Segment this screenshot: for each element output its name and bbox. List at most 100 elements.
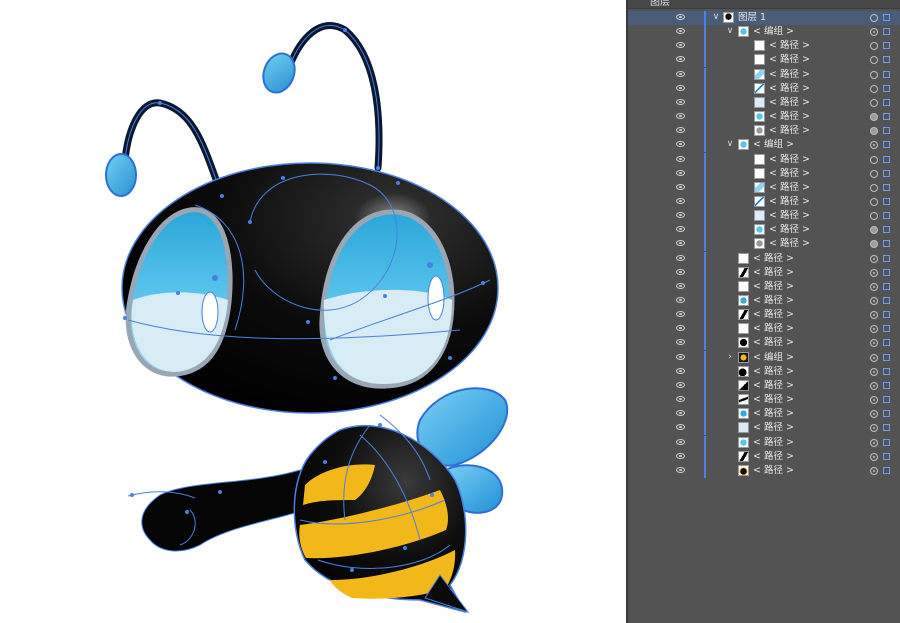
visibility-eye-icon[interactable] (676, 155, 685, 162)
layer-name-label[interactable]: < 路径 > (753, 393, 794, 407)
sublayer-row[interactable]: < 路径 > (628, 322, 900, 337)
visibility-eye-icon[interactable] (676, 28, 685, 35)
visibility-eye-icon[interactable] (676, 14, 685, 20)
layers-tab[interactable]: 图层 (650, 0, 670, 8)
artboard-canvas[interactable] (0, 0, 626, 623)
selection-indicator[interactable] (883, 98, 890, 106)
selection-indicator[interactable] (883, 254, 890, 262)
layer-name-label[interactable]: < 路径 > (769, 68, 810, 82)
selection-indicator[interactable] (883, 169, 890, 177)
sublayer-row[interactable]: < 路径 > (628, 124, 900, 139)
target-circle-icon[interactable] (870, 42, 878, 51)
visibility-eye-icon[interactable] (676, 197, 685, 204)
visibility-eye-icon[interactable] (676, 438, 685, 445)
layer-name-label[interactable]: < 路径 > (769, 110, 810, 124)
selection-indicator[interactable] (883, 396, 890, 404)
layer-name-label[interactable]: < 编组 > (753, 25, 794, 39)
target-circle-icon[interactable] (870, 240, 878, 249)
selection-indicator[interactable] (883, 84, 890, 92)
selection-indicator[interactable] (883, 226, 890, 234)
sublayer-row[interactable]: < 路径 > (628, 279, 900, 294)
layer-name-label[interactable]: < 编组 > (753, 138, 794, 152)
selection-indicator[interactable] (883, 183, 890, 191)
visibility-eye-icon[interactable] (676, 424, 685, 431)
selection-indicator[interactable] (883, 381, 890, 389)
selection-indicator[interactable] (883, 70, 890, 78)
target-circle-icon[interactable] (870, 452, 878, 461)
sublayer-row[interactable]: < 路径 > (628, 407, 900, 422)
layer-name-label[interactable]: < 路径 > (753, 280, 794, 294)
target-circle-icon[interactable] (870, 84, 878, 93)
visibility-eye-icon[interactable] (676, 339, 685, 346)
visibility-eye-icon[interactable] (676, 254, 685, 261)
selection-indicator[interactable] (883, 466, 890, 474)
target-circle-icon[interactable] (870, 28, 878, 37)
visibility-eye-icon[interactable] (676, 98, 685, 105)
selection-indicator[interactable] (883, 212, 890, 220)
selection-indicator[interactable] (883, 197, 890, 205)
target-circle-icon[interactable] (870, 268, 878, 277)
target-circle-icon[interactable] (870, 226, 878, 235)
target-circle-icon[interactable] (870, 56, 878, 65)
target-circle-icon[interactable] (870, 98, 878, 107)
selection-indicator[interactable] (883, 325, 890, 333)
visibility-eye-icon[interactable] (676, 367, 685, 374)
visibility-eye-icon[interactable] (676, 127, 685, 134)
target-circle-icon[interactable] (870, 212, 878, 221)
target-circle-icon[interactable] (870, 410, 878, 419)
sublayer-row[interactable]: < 路径 > (628, 421, 900, 436)
layer-name-label[interactable]: < 路径 > (753, 365, 794, 379)
visibility-eye-icon[interactable] (676, 70, 685, 77)
target-circle-icon[interactable] (870, 381, 878, 390)
expand-chevron-down-icon[interactable]: ∨ (712, 11, 720, 23)
sublayer-row[interactable]: < 路径 > (628, 435, 900, 450)
visibility-eye-icon[interactable] (676, 452, 685, 459)
visibility-eye-icon[interactable] (676, 56, 685, 63)
sublayer-row[interactable]: < 路径 > (628, 449, 900, 464)
layer-name-label[interactable]: < 路径 > (753, 450, 794, 464)
target-circle-icon[interactable] (870, 127, 878, 136)
visibility-eye-icon[interactable] (676, 410, 685, 417)
selection-indicator[interactable] (883, 56, 890, 64)
layer-name-label[interactable]: < 路径 > (769, 237, 810, 251)
sublayer-row[interactable]: < 路径 > (628, 336, 900, 351)
layer-name-label[interactable]: < 路径 > (769, 39, 810, 53)
sublayer-row[interactable]: < 路径 > (628, 53, 900, 68)
sublayer-row[interactable]: < 路径 > (628, 81, 900, 96)
visibility-eye-icon[interactable] (676, 113, 685, 120)
selection-indicator[interactable] (883, 268, 890, 276)
selection-indicator[interactable] (883, 240, 890, 248)
layer-name-label[interactable]: < 路径 > (753, 336, 794, 350)
sublayer-row[interactable]: < 路径 > (628, 67, 900, 82)
selection-indicator[interactable] (883, 297, 890, 304)
sublayer-row[interactable]: < 路径 > (628, 223, 900, 238)
sublayer-row[interactable]: < 路径 > (628, 265, 900, 280)
layer-row[interactable]: ∨ 图层 1 (628, 11, 900, 25)
selection-indicator[interactable] (883, 113, 890, 121)
target-circle-icon[interactable] (870, 438, 878, 447)
layer-name-label[interactable]: < 编组 > (753, 351, 794, 365)
sublayer-row[interactable]: < 路径 > (628, 194, 900, 209)
visibility-eye-icon[interactable] (676, 226, 685, 233)
layer-name-label[interactable]: < 路径 > (753, 294, 794, 308)
target-circle-icon[interactable] (870, 113, 878, 122)
visibility-eye-icon[interactable] (676, 466, 685, 473)
target-circle-icon[interactable] (870, 353, 878, 362)
target-circle-icon[interactable] (870, 339, 878, 348)
layer-name-label[interactable]: < 路径 > (753, 322, 794, 336)
visibility-eye-icon[interactable] (676, 183, 685, 190)
target-circle-icon[interactable] (870, 466, 878, 475)
visibility-eye-icon[interactable] (676, 42, 685, 49)
sublayer-row[interactable]: < 路径 > (628, 393, 900, 408)
sublayer-row[interactable]: ∨ < 编组 > (628, 138, 900, 153)
expand-chevron-down-icon[interactable]: ∨ (726, 25, 734, 37)
sublayer-row[interactable]: < 路径 > (628, 251, 900, 266)
target-circle-icon[interactable] (870, 367, 878, 376)
selection-indicator[interactable] (883, 155, 890, 163)
selection-indicator[interactable] (883, 14, 890, 21)
target-circle-icon[interactable] (870, 297, 878, 305)
visibility-eye-icon[interactable] (676, 381, 685, 388)
sublayer-row[interactable]: ∨ < 编组 > (628, 25, 900, 40)
sublayer-row[interactable]: › < 编组 > (628, 350, 900, 365)
target-circle-icon[interactable] (870, 396, 878, 405)
